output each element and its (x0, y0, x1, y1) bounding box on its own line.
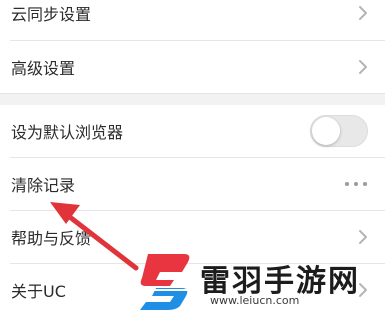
watermark: 雷羽手游网 www.leiucn.com (134, 248, 379, 312)
settings-item-default-browser: 设为默认浏览器 (0, 105, 385, 157)
settings-item-label: 关于UC (11, 282, 66, 301)
settings-item-label: 清除记录 (11, 176, 76, 195)
settings-item-label: 云同步设置 (11, 5, 92, 24)
settings-item-advanced[interactable]: 高级设置 (0, 41, 385, 93)
toggle-knob (312, 117, 340, 145)
watermark-url: www.leiucn.com (210, 294, 300, 307)
watermark-logo-icon (140, 254, 190, 310)
settings-item-label: 设为默认浏览器 (11, 123, 124, 142)
settings-item-cloud-sync[interactable]: 云同步设置 (0, 0, 385, 39)
settings-item-clear-records[interactable]: 清除记录 (0, 158, 385, 210)
settings-item-label: 高级设置 (11, 59, 76, 78)
default-browser-toggle[interactable] (310, 115, 368, 147)
chevron-right-icon (359, 230, 367, 244)
settings-item-label: 帮助与反馈 (11, 229, 92, 248)
chevron-right-icon (359, 60, 367, 74)
more-dots-icon[interactable] (344, 181, 368, 187)
chevron-right-icon (359, 6, 367, 20)
